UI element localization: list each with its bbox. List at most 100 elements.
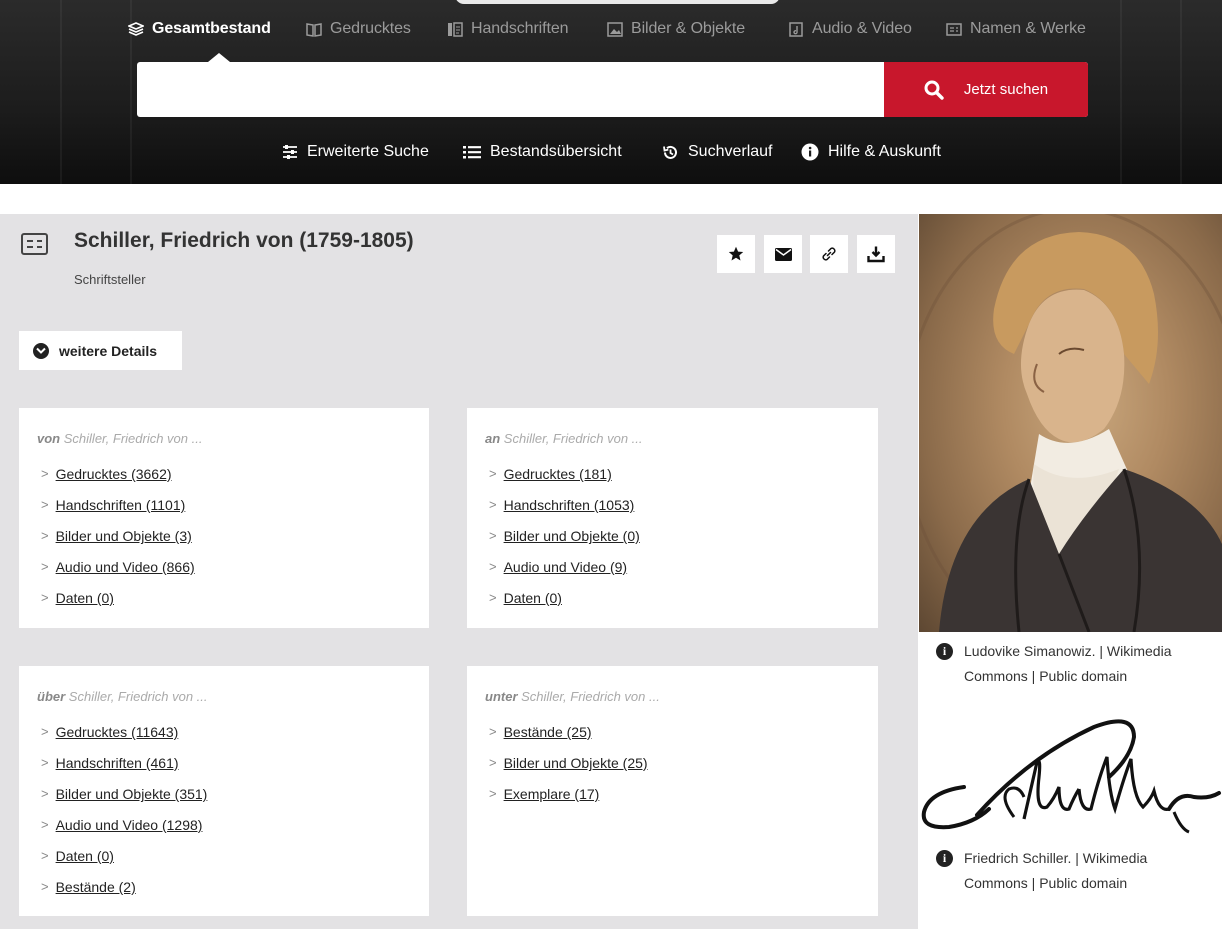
chevron-right-icon: > xyxy=(41,879,49,894)
download-icon xyxy=(867,246,885,263)
card-link[interactable]: Daten (0) xyxy=(56,590,114,606)
card-prefix: an xyxy=(485,431,501,446)
audio-file-icon xyxy=(788,21,804,37)
card-link[interactable]: Bestände (25) xyxy=(504,724,592,740)
chevron-right-icon: > xyxy=(489,755,497,770)
card-heading: von Schiller, Friedrich von ... xyxy=(37,431,202,446)
list-icon xyxy=(463,145,481,159)
image-icon xyxy=(607,21,623,37)
card-link[interactable]: Handschriften (1053) xyxy=(504,497,635,513)
secondary-nav: Erweiterte Suche Bestandsübersicht Suchv… xyxy=(0,139,1222,165)
icon-line xyxy=(37,240,42,242)
relation-card-unter: unter Schiller, Friedrich von ... > Bestä… xyxy=(467,666,878,916)
list-item: > Bilder und Objekte (3) xyxy=(41,528,195,559)
chevron-down-icon xyxy=(33,342,49,359)
list-item: > Audio und Video (866) xyxy=(41,559,195,590)
card-link[interactable]: Bilder und Objekte (3) xyxy=(56,528,192,544)
caption-text: Ludovike Simanowiz. | Wikimedia Commons … xyxy=(964,643,1172,684)
page-title: Schiller, Friedrich von (1759-1805) xyxy=(74,229,414,252)
tab-namen-werke[interactable]: Namen & Werke xyxy=(946,15,1086,43)
info-icon[interactable]: i xyxy=(936,850,953,867)
chevron-right-icon: > xyxy=(41,817,49,832)
card-link[interactable]: Daten (0) xyxy=(56,848,114,864)
card-link[interactable]: Daten (0) xyxy=(504,590,562,606)
tab-label: Gedrucktes xyxy=(330,20,411,37)
card-link[interactable]: Bilder und Objekte (351) xyxy=(56,786,208,802)
info-icon[interactable]: i xyxy=(936,643,953,660)
nav-suchverlauf[interactable]: Suchverlauf xyxy=(662,139,773,165)
card-link[interactable]: Gedrucktes (181) xyxy=(504,466,612,482)
chevron-right-icon: > xyxy=(41,786,49,801)
card-prefix: von xyxy=(37,431,61,446)
card-link[interactable]: Gedrucktes (3662) xyxy=(56,466,172,482)
list-item: > Audio und Video (9) xyxy=(489,559,640,590)
list-item: > Bilder und Objekte (0) xyxy=(489,528,640,559)
more-details-label: weitere Details xyxy=(59,342,158,359)
tab-bilder-objekte[interactable]: Bilder & Objekte xyxy=(607,15,745,43)
search-input[interactable] xyxy=(137,62,884,117)
portrait-image[interactable] xyxy=(919,214,1222,632)
card-subject: Schiller, Friedrich von ... xyxy=(68,689,208,704)
card-link[interactable]: Bilder und Objekte (0) xyxy=(504,528,640,544)
search-button[interactable]: Jetzt suchen xyxy=(884,62,1088,117)
search-icon xyxy=(924,80,944,100)
card-link[interactable]: Audio und Video (9) xyxy=(504,559,628,575)
manuscript-icon xyxy=(447,21,463,37)
card-link-list: > Gedrucktes (11643) > Handschriften (461)… xyxy=(41,724,207,910)
chevron-right-icon: > xyxy=(489,497,497,512)
relation-card-von: von Schiller, Friedrich von ... > Gedruck… xyxy=(19,408,429,628)
link-button[interactable] xyxy=(810,235,848,273)
list-item: > Handschriften (461) xyxy=(41,755,207,786)
more-details-button[interactable]: weitere Details xyxy=(19,331,182,370)
card-link[interactable]: Gedrucktes (11643) xyxy=(56,724,179,740)
card-link[interactable]: Bestände (2) xyxy=(56,879,136,895)
nav-label: Hilfe & Auskunft xyxy=(828,143,941,160)
list-item: > Bilder und Objekte (351) xyxy=(41,786,207,817)
card-link[interactable]: Bilder und Objekte (25) xyxy=(504,755,648,771)
search-button-label: Jetzt suchen xyxy=(963,81,1049,98)
list-item: > Exemplare (17) xyxy=(489,786,648,817)
card-heading: über Schiller, Friedrich von ... xyxy=(37,689,208,704)
image-caption: i Ludovike Simanowiz. | Wikimedia Common… xyxy=(936,639,1206,689)
chevron-right-icon: > xyxy=(489,559,497,574)
tab-label: Namen & Werke xyxy=(970,20,1086,37)
tab-gedrucktes[interactable]: Gedrucktes xyxy=(306,15,411,43)
tab-label: Handschriften xyxy=(471,20,569,37)
envelope-icon xyxy=(774,247,792,261)
tab-gesamtbestand[interactable]: Gesamtbestand xyxy=(128,15,271,43)
chevron-right-icon: > xyxy=(489,724,497,739)
card-prefix: über xyxy=(37,689,66,704)
caption-text: Friedrich Schiller. | Wikimedia Commons … xyxy=(964,850,1148,891)
card-subject: Schiller, Friedrich von ... xyxy=(63,431,203,446)
icon-line xyxy=(37,246,42,248)
signature-image[interactable] xyxy=(919,717,1222,839)
tab-handschriften[interactable]: Handschriften xyxy=(447,15,569,43)
list-item: > Gedrucktes (181) xyxy=(489,466,640,497)
chevron-right-icon: > xyxy=(41,848,49,863)
chevron-right-icon: > xyxy=(41,559,49,574)
nav-label: Erweiterte Suche xyxy=(307,143,429,160)
star-icon xyxy=(728,246,744,261)
chevron-right-icon: > xyxy=(41,590,49,605)
list-item: > Handschriften (1053) xyxy=(489,497,640,528)
chevron-right-icon: > xyxy=(41,724,49,739)
nav-bestandsuebersicht[interactable]: Bestandsübersicht xyxy=(463,139,622,165)
card-link[interactable]: Handschriften (1101) xyxy=(56,497,186,513)
tab-audio-video[interactable]: Audio & Video xyxy=(788,15,912,43)
tab-label: Audio & Video xyxy=(812,20,912,37)
open-book-icon xyxy=(306,22,322,37)
card-link[interactable]: Audio und Video (866) xyxy=(56,559,195,575)
nav-label: Bestandsübersicht xyxy=(490,143,622,160)
download-button[interactable] xyxy=(857,235,895,273)
nav-hilfe-auskunft[interactable]: Hilfe & Auskunft xyxy=(801,139,941,165)
bookmark-button[interactable] xyxy=(717,235,755,273)
chevron-right-icon: > xyxy=(41,755,49,770)
nav-erweiterte-suche[interactable]: Erweiterte Suche xyxy=(282,139,429,165)
image-caption: i Friedrich Schiller. | Wikimedia Common… xyxy=(936,846,1206,896)
signature-drawing xyxy=(921,719,1221,834)
card-link[interactable]: Exemplare (17) xyxy=(504,786,600,802)
email-button[interactable] xyxy=(764,235,802,273)
card-link[interactable]: Audio und Video (1298) xyxy=(56,817,203,833)
card-link[interactable]: Handschriften (461) xyxy=(56,755,179,771)
card-link-list: > Gedrucktes (181) > Handschriften (1053) … xyxy=(489,466,640,621)
